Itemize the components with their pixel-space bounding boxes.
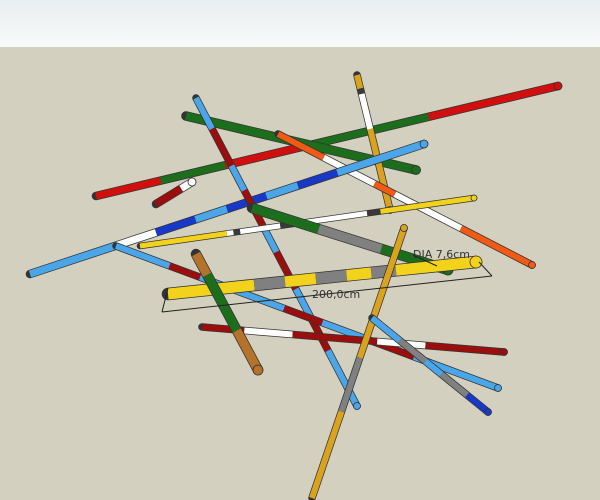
gold-gray-lower-stick-segment (309, 410, 345, 499)
gold-gray-lower-stick-end-cap (400, 224, 408, 232)
blue-light-blue-stick-end-cap (419, 139, 429, 149)
sketchup-3d-viewport[interactable]: 200,0cm DIA 7,6cm (0, 0, 600, 500)
short-dark-stick-segment (154, 185, 184, 207)
gold-white-vertical-stick-segment (367, 128, 393, 211)
light-blue-dark-red-diagonal-stick[interactable] (192, 94, 361, 410)
light-blue-gray-right-stick[interactable] (368, 314, 492, 416)
light-blue-gray-right-stick-segment (370, 315, 402, 343)
red-white-lower-stick-segment (425, 342, 505, 355)
gold-white-vertical-stick-segment (357, 87, 365, 95)
blue-light-blue-stick-segment (265, 182, 300, 200)
blue-light-blue-stick-segment (296, 169, 339, 189)
blue-light-blue-stick-segment (28, 242, 118, 278)
white-orange-stick[interactable] (274, 130, 536, 269)
light-blue-dark-red-diagonal-stick-segment (209, 127, 235, 168)
light-blue-gray-right-stick-segment (465, 392, 490, 415)
yellow-gray-measured-stick-segment (315, 269, 348, 285)
yellow-thin-stick-end-cap (470, 194, 478, 202)
short-dark-stick-end-cap (187, 177, 197, 187)
red-green-stick-top-end-cap (553, 81, 563, 91)
red-white-lower-stick-segment (244, 327, 293, 338)
yellow-gray-measured-stick-end-cap (469, 255, 483, 269)
brown-green-stick[interactable] (190, 248, 264, 376)
yellow-thin-stick-segment (239, 223, 281, 235)
green-stick-upper-end-cap (411, 165, 421, 175)
gold-white-vertical-stick-segment (358, 93, 374, 130)
red-white-lower-stick-end-cap (500, 348, 508, 356)
green-gray-stick-segment (317, 224, 383, 254)
diameter-dimension-label: DIA 7,6cm (413, 248, 470, 261)
red-green-stick-top-segment (427, 82, 559, 121)
brown-green-stick-end-cap (252, 364, 264, 376)
red-green-stick-top-segment (95, 177, 162, 200)
brown-green-stick-segment (192, 251, 212, 278)
white-orange-stick-end-cap (528, 261, 536, 269)
yellow-gray-measured-stick-segment (284, 273, 317, 288)
pick-up-sticks-model[interactable]: 200,0cm DIA 7,6cm (0, 0, 600, 500)
yellow-thin-stick-segment (366, 208, 381, 216)
gold-gray-lower-stick[interactable] (308, 224, 408, 500)
light-blue-dark-red-diagonal-stick-end-cap (353, 402, 361, 410)
yellow-thin-stick-segment (226, 230, 234, 236)
length-dimension-label: 200,0cm (312, 288, 360, 301)
light-blue-dark-red-diagonal-stick-segment (228, 164, 247, 192)
gold-white-vertical-stick-segment (354, 74, 364, 90)
yellow-gray-measured-stick-segment (253, 276, 286, 291)
blue-light-blue-stick-segment (154, 216, 197, 236)
light-blue-lower-stick-end-cap (494, 384, 502, 392)
light-blue-lower-stick-segment (114, 243, 171, 269)
yellow-gray-measured-stick-segment (346, 267, 372, 281)
blue-light-blue-stick-segment (194, 205, 229, 223)
yellow-thin-stick-segment (233, 229, 241, 236)
red-green-stick-top-segment (224, 144, 301, 169)
light-blue-gray-right-stick-end-cap (484, 408, 492, 416)
brown-green-stick-segment (232, 328, 262, 373)
